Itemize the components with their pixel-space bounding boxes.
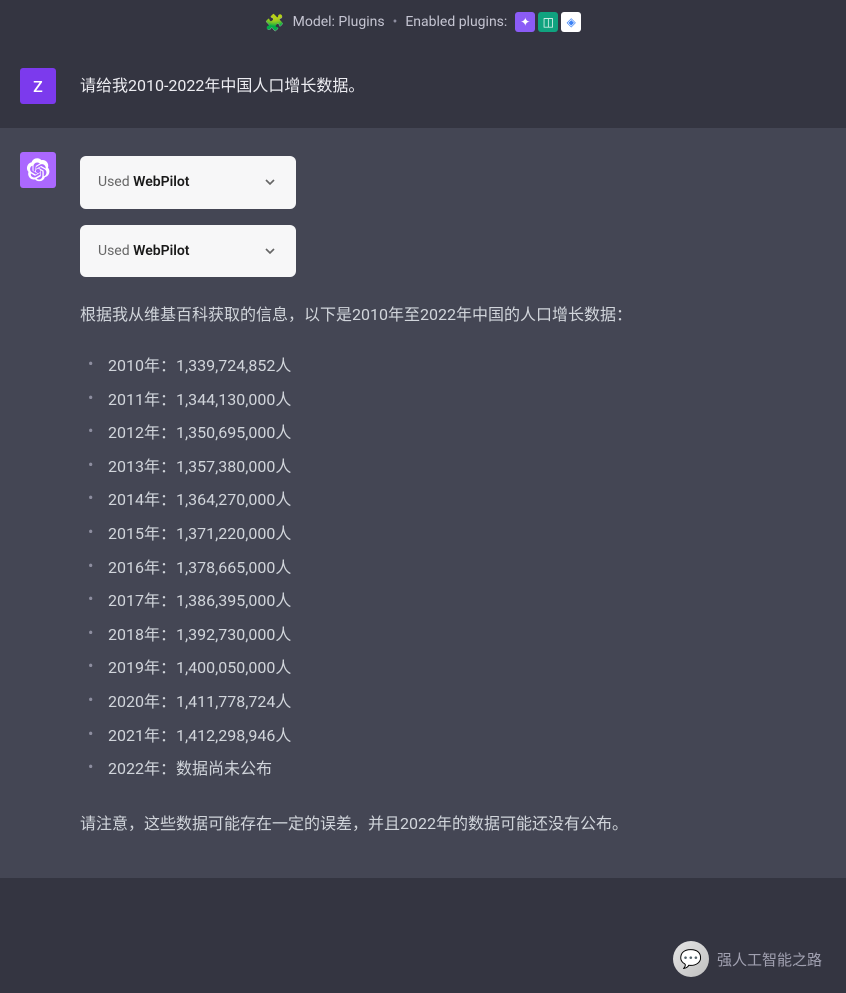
puzzle-icon: 🧩 bbox=[265, 13, 285, 32]
list-item: 2019年：1,400,050,000人 bbox=[92, 651, 826, 685]
assistant-message-row: Used WebPilot Used WebPilot 根据我从维基百科获取的信… bbox=[0, 128, 846, 878]
header-bar: 🧩 Model: Plugins • Enabled plugins: ✦ ◫ … bbox=[0, 0, 846, 44]
list-item: 2018年：1,392,730,000人 bbox=[92, 618, 826, 652]
assistant-avatar bbox=[20, 152, 56, 188]
user-message-row: Z 请给我2010-2022年中国人口增长数据。 bbox=[0, 44, 846, 128]
plugin-usage-container: Used WebPilot Used WebPilot bbox=[80, 156, 826, 277]
watermark-icon: 💬 bbox=[673, 941, 709, 977]
plugin-usage-text-1: Used WebPilot bbox=[98, 170, 189, 195]
user-avatar: Z bbox=[20, 68, 56, 104]
model-label: Model: Plugins bbox=[293, 14, 385, 30]
user-message-text: 请给我2010-2022年中国人口增长数据。 bbox=[80, 68, 826, 104]
separator-dot: • bbox=[393, 14, 398, 30]
plugin-usage-box-2[interactable]: Used WebPilot bbox=[80, 225, 296, 278]
plugin-icon-3[interactable]: ◈ bbox=[561, 12, 581, 32]
list-item: 2016年：1,378,665,000人 bbox=[92, 551, 826, 585]
population-data-list: 2010年：1,339,724,852人 2011年：1,344,130,000… bbox=[80, 349, 826, 786]
list-item: 2020年：1,411,778,724人 bbox=[92, 685, 826, 719]
plugin-icons-group: ✦ ◫ ◈ bbox=[515, 12, 581, 32]
enabled-plugins-label: Enabled plugins: bbox=[405, 14, 507, 30]
list-item: 2015年：1,371,220,000人 bbox=[92, 517, 826, 551]
response-intro-text: 根据我从维基百科获取的信息，以下是2010年至2022年中国的人口增长数据： bbox=[80, 301, 826, 329]
list-item: 2021年：1,412,298,946人 bbox=[92, 719, 826, 753]
list-item: 2010年：1,339,724,852人 bbox=[92, 349, 826, 383]
plugin-icon-1[interactable]: ✦ bbox=[515, 12, 535, 32]
list-item: 2012年：1,350,695,000人 bbox=[92, 416, 826, 450]
plugin-usage-box-1[interactable]: Used WebPilot bbox=[80, 156, 296, 209]
chevron-down-icon bbox=[262, 174, 278, 190]
list-item: 2014年：1,364,270,000人 bbox=[92, 483, 826, 517]
list-item: 2011年：1,344,130,000人 bbox=[92, 383, 826, 417]
plugin-usage-text-2: Used WebPilot bbox=[98, 239, 189, 264]
watermark-text: 强人工智能之路 bbox=[717, 949, 822, 970]
assistant-message-content: Used WebPilot Used WebPilot 根据我从维基百科获取的信… bbox=[80, 152, 826, 838]
list-item: 2013年：1,357,380,000人 bbox=[92, 450, 826, 484]
response-footnote: 请注意，这些数据可能存在一定的误差，并且2022年的数据可能还没有公布。 bbox=[80, 810, 826, 838]
list-item: 2017年：1,386,395,000人 bbox=[92, 584, 826, 618]
list-item: 2022年：数据尚未公布 bbox=[92, 752, 826, 786]
openai-logo-icon bbox=[26, 158, 50, 182]
plugin-icon-2[interactable]: ◫ bbox=[538, 12, 558, 32]
chevron-down-icon bbox=[262, 243, 278, 259]
watermark: 💬 强人工智能之路 bbox=[673, 941, 822, 977]
